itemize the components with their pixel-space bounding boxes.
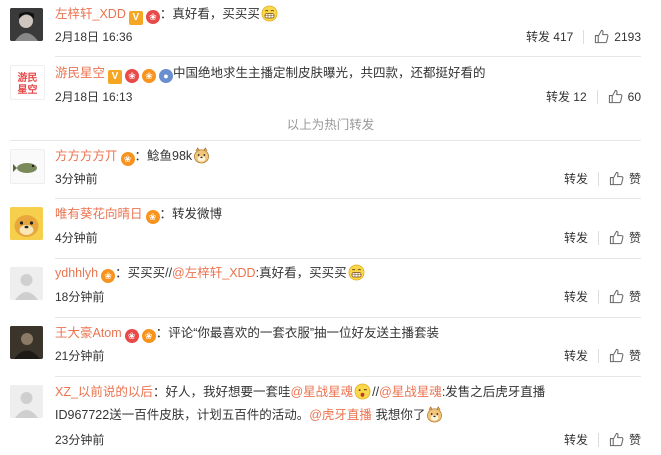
like-button[interactable]: 赞: [609, 290, 641, 304]
like-label: 赞: [628, 433, 641, 447]
verified-v-icon: V: [128, 11, 143, 25]
like-label: 赞: [628, 172, 641, 186]
thumb-up-icon: [609, 289, 624, 304]
divider: [597, 433, 599, 447]
comment-item: 唯有葵花向晴日 ❀ ：转发微博 4分钟前 转发 赞: [0, 199, 661, 257]
comment-time: 21分钟前: [55, 349, 105, 363]
mention-link[interactable]: @星战星魂: [290, 385, 353, 399]
game-badge-icon: ●: [159, 69, 174, 83]
thumb-up-icon: [608, 89, 623, 104]
avatar[interactable]: [10, 207, 43, 240]
avatar[interactable]: [10, 8, 43, 41]
like-count: 2193: [614, 30, 641, 44]
thumb-up-icon: [609, 171, 624, 186]
doge-emoji-icon: [426, 406, 443, 423]
comment-time: 18分钟前: [55, 290, 105, 304]
divider: [596, 90, 598, 104]
verified-v-icon: V: [108, 70, 123, 84]
repost-button[interactable]: 转发: [564, 349, 588, 363]
comment-text: ：评论“你最喜欢的一套衣服”抽一位好友送主播套装: [155, 326, 440, 340]
repost-button[interactable]: 转发: [564, 231, 588, 245]
thumb-up-icon: [609, 432, 624, 447]
grin-emoji-icon: [261, 5, 278, 22]
wink-emoji-icon: [354, 383, 371, 400]
like-button[interactable]: 赞: [609, 172, 641, 186]
mention-link[interactable]: @虎牙直播: [309, 408, 372, 422]
svg-text:游民: 游民: [18, 71, 38, 84]
comment-item: XZ_以前说的以后：好人，我好想要一套哇@星战星魂//@星战星魂:发售之后虎牙直…: [0, 377, 661, 455]
mention-link[interactable]: @星战星魂: [379, 385, 442, 399]
thumb-up-icon: [609, 230, 624, 245]
divider: [597, 290, 599, 304]
grin-emoji-icon: [348, 264, 365, 281]
user-name[interactable]: XZ_以前说的以后: [55, 385, 153, 399]
comment-text: ID967722送一百件皮肤，计划五百件的活动。: [55, 408, 310, 422]
avatar[interactable]: [10, 149, 45, 184]
repost-button[interactable]: 转发: [564, 172, 588, 186]
fan-badge-icon: ❀: [141, 329, 156, 343]
comment-item: 王大豪Atom ❀ ❀ ：评论“你最喜欢的一套衣服”抽一位好友送主播套装 21分钟前 …: [0, 318, 661, 375]
member-badge-icon: ❀: [124, 329, 139, 343]
avatar[interactable]: 游民 星空: [10, 65, 45, 100]
comment-item: 左梓轩_XDD V ❀ ：真好看，买买买 2月18日 16:36 转发 417 2193: [0, 0, 661, 56]
like-button[interactable]: 60: [608, 90, 641, 104]
like-label: 赞: [628, 290, 641, 304]
comment-text: :发售之后虎牙直播: [441, 385, 546, 399]
avatar[interactable]: [10, 326, 43, 359]
comment-text: ：转发微博: [159, 207, 223, 221]
comment-time: 2月18日 16:36: [55, 30, 133, 44]
divider: [583, 30, 585, 44]
comment-text: 中国绝地求生主播定制皮肤曝光，共四款，还都挺好看的: [173, 66, 486, 80]
comment-text: ：鲶鱼98k: [134, 149, 193, 163]
like-button[interactable]: 2193: [594, 30, 641, 44]
repost-button[interactable]: 转发 417: [526, 30, 573, 44]
user-name[interactable]: 唯有葵花向晴日: [55, 207, 143, 221]
hot-reposts-divider: 以上为热门转发: [286, 118, 375, 132]
comment-item: 方方方方丌 ❀ ：鲶鱼98k 3分钟前 转发 赞: [0, 141, 661, 197]
user-name[interactable]: 左梓轩_XDD: [55, 7, 126, 21]
fan-badge-icon: ❀: [101, 269, 116, 283]
user-name[interactable]: 方方方方丌: [55, 149, 118, 163]
comment-text: ：买买买//: [115, 266, 173, 280]
member-badge-icon: ❀: [145, 10, 160, 24]
repost-button[interactable]: 转发: [564, 290, 588, 304]
divider: [597, 231, 599, 245]
user-name[interactable]: ydhhlyh: [55, 266, 98, 280]
user-name[interactable]: 王大豪Atom: [55, 326, 122, 340]
repost-button[interactable]: 转发: [564, 433, 588, 447]
user-name[interactable]: 游民星空: [55, 66, 105, 80]
svg-text:星空: 星空: [18, 83, 38, 96]
comment-time: 3分钟前: [55, 172, 98, 186]
divider: [597, 349, 599, 363]
comment-time: 23分钟前: [55, 433, 105, 447]
thumb-up-icon: [609, 348, 624, 363]
comment-text: 我想你了: [371, 408, 426, 422]
member-badge-icon: ❀: [125, 69, 140, 83]
repost-button[interactable]: 转发 12: [546, 90, 587, 104]
thumb-up-icon: [594, 29, 609, 44]
like-label: 赞: [628, 231, 641, 245]
fan-badge-icon: ❀: [145, 210, 160, 224]
comment-text: ：好人，我好想要一套哇: [152, 385, 291, 399]
like-label: 赞: [628, 349, 641, 363]
like-button[interactable]: 赞: [609, 349, 641, 363]
like-button[interactable]: 赞: [609, 433, 641, 447]
comment-time: 4分钟前: [55, 231, 98, 245]
like-button[interactable]: 赞: [609, 231, 641, 245]
like-count: 60: [627, 90, 641, 104]
mention-link[interactable]: @左梓轩_XDD: [172, 266, 256, 280]
comment-time: 2月18日 16:13: [55, 90, 133, 104]
avatar[interactable]: [10, 385, 43, 418]
fan-badge-icon: ❀: [142, 69, 157, 83]
comment-text: :真好看，买买买: [255, 266, 347, 280]
comment-item: 游民 星空 游民星空 V ❀ ❀ ● 中国绝地求生主播定制皮肤曝光，共四款，还都挺好看的 2…: [0, 57, 661, 110]
comment-text: ：真好看，买买买: [159, 7, 260, 21]
divider: [597, 172, 599, 186]
avatar[interactable]: [10, 267, 43, 300]
fan-badge-icon: ❀: [120, 152, 135, 166]
doge-emoji-icon: [193, 147, 210, 164]
comment-item: ydhhlyh ❀ ：买买买//@左梓轩_XDD:真好看，买买买 18分钟前 转发 赞: [0, 259, 661, 317]
